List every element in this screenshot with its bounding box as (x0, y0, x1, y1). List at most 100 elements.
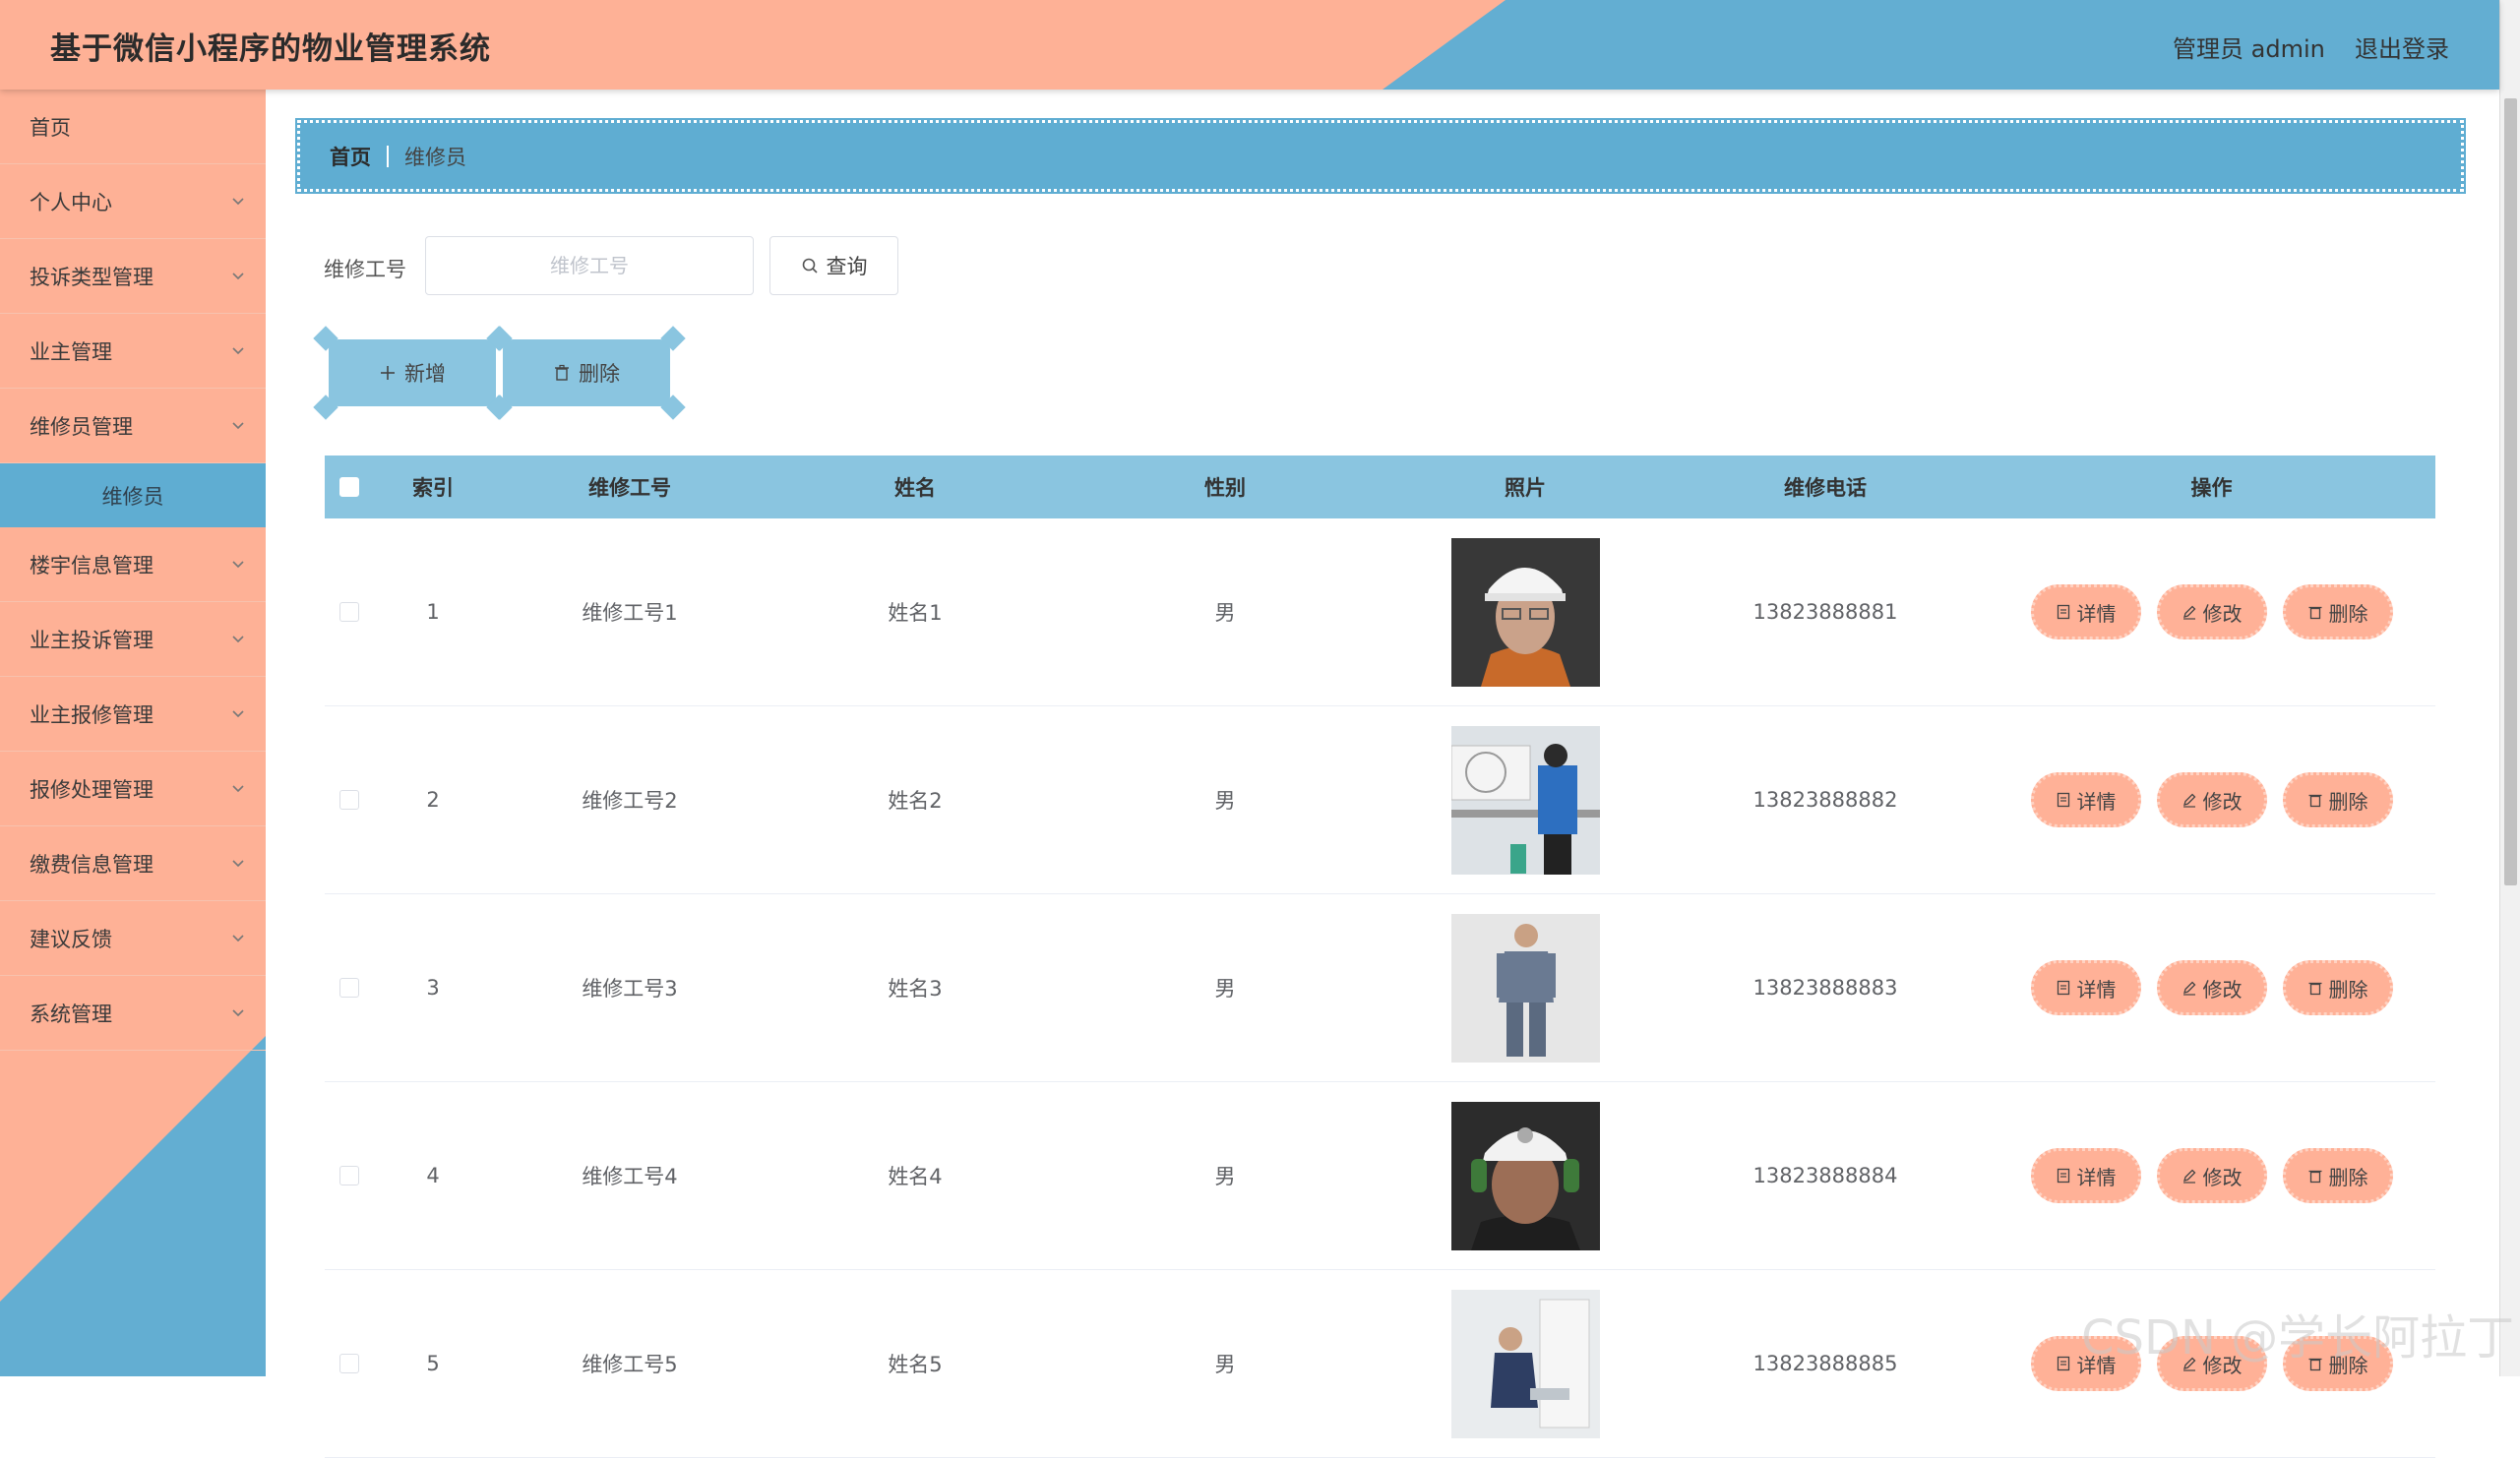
sidebar-item-personal-center[interactable]: 个人中心 (0, 164, 266, 239)
sidebar-item-home[interactable]: 首页 (0, 90, 266, 164)
delete-button[interactable]: 删除 (2282, 960, 2393, 1015)
trash-icon (2308, 606, 2321, 620)
row-gender: 男 (1214, 601, 1236, 625)
row-phone: 13823888884 (1752, 1164, 1898, 1187)
row-index: 3 (426, 976, 440, 1000)
column-header[interactable]: 维修工号 (492, 472, 768, 502)
edit-button[interactable]: 修改 (2156, 1336, 2267, 1391)
sidebar-item-complaint-types[interactable]: 投诉类型管理 (0, 239, 266, 314)
scrollbar-thumb[interactable] (2504, 98, 2517, 885)
detail-button[interactable]: 详情 (2030, 772, 2141, 827)
table-row: 5 维修工号5 姓名5 男 13823888885 详情 修改 删除 (325, 1270, 2435, 1458)
detail-label: 详情 (2076, 977, 2117, 1002)
corner-decoration (660, 326, 686, 351)
detail-label: 详情 (2076, 601, 2117, 626)
row-index: 1 (426, 600, 440, 624)
edit-button[interactable]: 修改 (2156, 772, 2267, 827)
row-actions: 详情 修改 删除 (1988, 960, 2435, 1015)
delete-label: 删除 (2328, 1165, 2368, 1189)
sidebar-item-payments[interactable]: 缴费信息管理 (0, 826, 266, 901)
row-index: 5 (426, 1352, 440, 1375)
detail-button[interactable]: 详情 (2030, 1148, 2141, 1203)
row-name: 姓名5 (888, 1353, 943, 1376)
sidebar-item-buildings[interactable]: 楼宇信息管理 (0, 527, 266, 602)
row-photo-cell (1387, 913, 1663, 1063)
worker-photo (1450, 725, 1600, 875)
corner-decoration (313, 326, 338, 351)
column-header: 操作 (2190, 476, 2233, 500)
logout-link[interactable]: 退出登录 (2355, 30, 2449, 64)
chevron-down-icon (232, 1009, 244, 1017)
document-icon (2057, 792, 2069, 808)
chevron-down-icon (232, 636, 244, 643)
table-row: 1 维修工号1 姓名1 男 13823888881 详情 修改 删除 (325, 518, 2435, 706)
sidebar-item-owners[interactable]: 业主管理 (0, 314, 266, 389)
row-checkbox[interactable] (339, 602, 359, 622)
detail-button[interactable]: 详情 (2030, 1336, 2141, 1391)
corner-decoration (313, 395, 338, 420)
chevron-down-icon (232, 198, 244, 206)
plus-icon (381, 366, 395, 380)
sidebar-item-owner-complaints[interactable]: 业主投诉管理 (0, 602, 266, 677)
detail-button[interactable]: 详情 (2030, 584, 2141, 639)
sidebar-subitem-repairmen[interactable]: 维修员 (0, 463, 266, 527)
row-phone: 13823888882 (1752, 788, 1898, 812)
delete-button[interactable]: 删除 (2282, 1336, 2393, 1391)
sidebar-item-label: 首页 (30, 115, 71, 140)
sidebar-item-label: 业主投诉管理 (30, 628, 154, 652)
row-checkbox-cell (325, 978, 374, 998)
worker-photo (1450, 537, 1600, 687)
pencil-icon (2182, 793, 2195, 808)
row-checkbox[interactable] (339, 790, 359, 810)
delete-button[interactable]: 删除 (2282, 584, 2393, 639)
header-checkbox-cell (325, 477, 374, 497)
detail-button[interactable]: 详情 (2030, 960, 2141, 1015)
column-header[interactable]: 性别 (1063, 472, 1387, 502)
breadcrumb-home[interactable]: 首页 (330, 142, 371, 171)
delete-button[interactable]: 删除 (2282, 772, 2393, 827)
row-checkbox[interactable] (339, 1166, 359, 1185)
row-checkbox[interactable] (339, 1354, 359, 1373)
worker-photo (1450, 913, 1600, 1063)
chevron-down-icon (232, 273, 244, 280)
sidebar-item-feedback[interactable]: 建议反馈 (0, 901, 266, 976)
edit-button[interactable]: 修改 (2156, 584, 2267, 639)
sidebar-subitem-label: 维修员 (101, 484, 164, 509)
page-scrollbar[interactable] (2499, 0, 2520, 1376)
trash-icon (2308, 1358, 2321, 1371)
row-phone: 13823888881 (1752, 600, 1898, 624)
sidebar-item-repair-processing[interactable]: 报修处理管理 (0, 752, 266, 826)
pencil-icon (2182, 1169, 2195, 1184)
row-index: 4 (426, 1164, 440, 1187)
column-header[interactable]: 维修电话 (1663, 472, 1988, 502)
add-button-label: 新增 (404, 362, 446, 386)
add-button[interactable]: 新增 (313, 326, 512, 420)
pencil-icon (2182, 981, 2195, 996)
query-button[interactable]: 查询 (769, 236, 898, 295)
delete-button[interactable]: 删除 (2282, 1148, 2393, 1203)
search-icon (802, 258, 818, 273)
document-icon (2057, 1356, 2069, 1371)
query-button-label: 查询 (826, 255, 868, 278)
batch-delete-button[interactable]: 删除 (487, 326, 686, 420)
document-icon (2057, 1168, 2069, 1184)
select-all-checkbox[interactable] (339, 477, 359, 497)
sidebar-item-label: 建议反馈 (30, 927, 112, 951)
search-input[interactable] (425, 236, 754, 295)
column-header[interactable]: 姓名 (768, 472, 1063, 502)
row-name: 姓名3 (888, 977, 943, 1001)
sidebar-item-system[interactable]: 系统管理 (0, 976, 266, 1051)
row-checkbox[interactable] (339, 978, 359, 998)
edit-button[interactable]: 修改 (2156, 960, 2267, 1015)
worker-photo (1450, 1101, 1600, 1250)
sidebar-item-label: 系统管理 (30, 1002, 112, 1026)
delete-label: 删除 (2328, 601, 2368, 626)
table-header: 索引 维修工号 姓名 性别 照片 维修电话 操作 (325, 456, 2435, 518)
row-name: 姓名4 (888, 1165, 943, 1188)
sidebar-item-owner-repairs[interactable]: 业主报修管理 (0, 677, 266, 752)
edit-button[interactable]: 修改 (2156, 1148, 2267, 1203)
document-icon (2057, 604, 2069, 620)
sidebar-item-label: 楼宇信息管理 (30, 553, 154, 577)
sidebar-item-repairmen-management[interactable]: 维修员管理 (0, 389, 266, 463)
edit-label: 修改 (2202, 1165, 2243, 1189)
